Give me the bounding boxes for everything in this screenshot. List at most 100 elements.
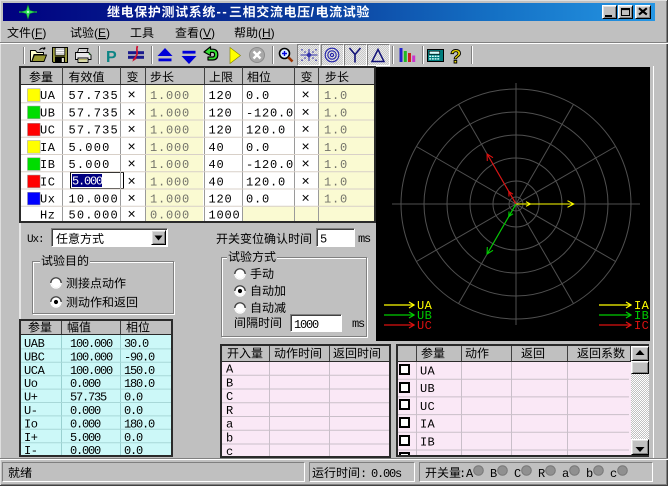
svg-text:-120.0: -120.0: [246, 158, 294, 172]
svg-text:a: a: [226, 418, 233, 432]
svg-text:B: B: [226, 376, 233, 390]
svg-text:5.000: 5.000: [69, 158, 111, 172]
svg-text:IC: IC: [634, 319, 649, 333]
svg-text:(V): (V): [199, 26, 215, 40]
svg-text:0.0: 0.0: [124, 444, 143, 458]
svg-text:b: b: [226, 431, 233, 445]
svg-text:UB: UB: [40, 106, 55, 120]
svg-text:-120.0: -120.0: [246, 106, 294, 120]
svg-text:IC: IC: [420, 453, 435, 467]
svg-text:57.735: 57.735: [69, 89, 119, 103]
svg-text:0.000: 0.000: [70, 444, 101, 458]
svg-text:/: /: [311, 5, 315, 20]
svg-text:a: a: [562, 467, 569, 481]
svg-text:120.0: 120.0: [246, 175, 286, 189]
svg-text:×: ×: [302, 138, 310, 154]
svg-text:(H): (H): [258, 26, 275, 40]
svg-text:120: 120: [209, 193, 233, 207]
svg-text:0.000: 0.000: [150, 209, 190, 223]
svg-text:×: ×: [128, 121, 136, 137]
svg-text:1.0: 1.0: [324, 124, 348, 138]
svg-text:1.000: 1.000: [150, 124, 190, 138]
svg-text:UA: UA: [420, 365, 436, 379]
svg-text:Hz: Hz: [40, 209, 55, 223]
svg-text:IA: IA: [420, 418, 436, 432]
svg-text:UC: UC: [420, 400, 435, 414]
svg-text:120: 120: [209, 89, 233, 103]
svg-text:40: 40: [209, 141, 225, 155]
svg-text:1.000: 1.000: [150, 158, 190, 172]
svg-text:×: ×: [302, 190, 310, 206]
svg-text:b: b: [586, 467, 593, 481]
svg-text:×: ×: [302, 155, 310, 171]
svg-text:5: 5: [320, 233, 327, 247]
svg-text:0.0: 0.0: [246, 89, 270, 103]
svg-text:5.000: 5.000: [72, 175, 103, 189]
svg-text:Ux:: Ux:: [27, 234, 44, 246]
svg-text:1.000: 1.000: [150, 89, 190, 103]
svg-text:R: R: [226, 404, 233, 418]
svg-text:ms: ms: [352, 317, 365, 331]
svg-text:×: ×: [302, 121, 310, 137]
svg-text:1.0: 1.0: [324, 141, 348, 155]
svg-text:1.000: 1.000: [150, 193, 190, 207]
svg-text:UA: UA: [40, 89, 56, 103]
svg-text:×: ×: [128, 155, 136, 171]
svg-text:0.0: 0.0: [246, 193, 270, 207]
svg-text:1.0: 1.0: [324, 175, 348, 189]
svg-text:0.0: 0.0: [246, 141, 270, 155]
svg-text:40: 40: [209, 158, 225, 172]
svg-text:IC: IC: [40, 175, 55, 189]
svg-text:C: C: [226, 390, 233, 404]
svg-text:×: ×: [128, 172, 136, 188]
svg-text:1.000: 1.000: [150, 106, 190, 120]
svg-text:0.00s: 0.00s: [371, 467, 402, 481]
svg-text:IB: IB: [40, 158, 55, 172]
svg-text:c: c: [226, 445, 233, 459]
svg-text:×: ×: [128, 138, 136, 154]
svg-text:50.000: 50.000: [69, 209, 119, 223]
svg-text:×: ×: [128, 190, 136, 206]
svg-text:×: ×: [128, 86, 136, 102]
svg-text::: :: [360, 467, 367, 481]
svg-text:120.0: 120.0: [246, 124, 286, 138]
svg-text:×: ×: [128, 206, 136, 222]
svg-text:57.735: 57.735: [69, 106, 119, 120]
svg-text:120: 120: [209, 106, 233, 120]
svg-text:UC: UC: [40, 124, 55, 138]
svg-text:UB: UB: [420, 382, 435, 396]
svg-text:1.0: 1.0: [324, 106, 348, 120]
svg-text:×: ×: [128, 103, 136, 119]
svg-text:(E): (E): [94, 26, 110, 40]
svg-text:120: 120: [209, 124, 233, 138]
svg-text:1.000: 1.000: [150, 175, 190, 189]
svg-text:Ux: Ux: [40, 193, 55, 207]
svg-text:?: ?: [450, 47, 462, 68]
svg-text:IA: IA: [40, 141, 56, 155]
svg-text:UC: UC: [417, 319, 432, 333]
svg-text:R: R: [538, 467, 545, 481]
svg-text:10.000: 10.000: [69, 193, 119, 207]
svg-text:(F): (F): [31, 26, 46, 40]
svg-text:--: --: [217, 4, 229, 19]
svg-text:1000: 1000: [294, 318, 319, 332]
svg-text:1.0: 1.0: [324, 89, 348, 103]
svg-text:40: 40: [209, 175, 225, 189]
svg-text:×: ×: [302, 86, 310, 102]
svg-text:c: c: [610, 467, 617, 481]
svg-text:1.0: 1.0: [324, 193, 348, 207]
svg-text:C: C: [514, 467, 521, 481]
svg-text:5.000: 5.000: [69, 141, 111, 155]
svg-text:A: A: [226, 363, 234, 377]
svg-text:1.000: 1.000: [150, 141, 190, 155]
svg-text:1000: 1000: [209, 209, 241, 223]
svg-text:I-: I-: [24, 444, 38, 458]
svg-text:×: ×: [302, 172, 310, 188]
svg-text:ms: ms: [358, 232, 371, 246]
svg-text:B: B: [490, 467, 497, 481]
svg-text:1.0: 1.0: [324, 158, 348, 172]
svg-text:IB: IB: [420, 435, 435, 449]
svg-text:P: P: [106, 49, 117, 66]
svg-text:57.735: 57.735: [69, 124, 119, 138]
svg-text:A: A: [466, 467, 474, 481]
